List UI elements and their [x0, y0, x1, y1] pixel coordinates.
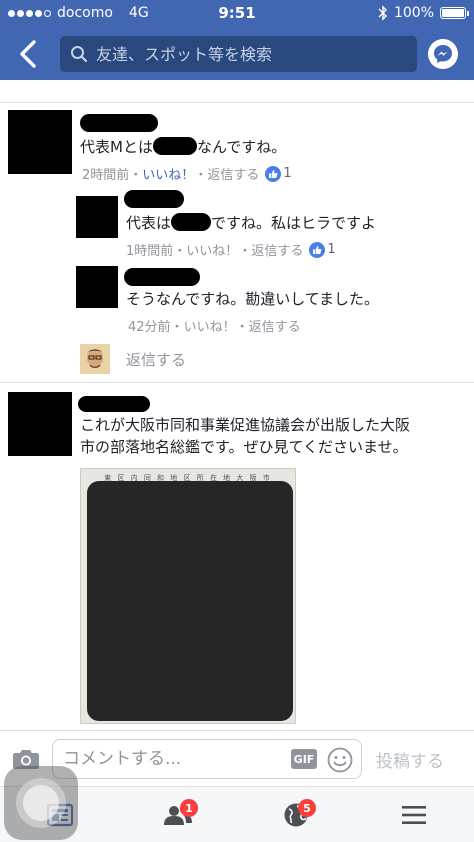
- comment-body-line: これが大阪市同和事業促進協議会が出版した大阪: [80, 416, 411, 434]
- nav-bar: [0, 28, 474, 80]
- comment-time: 2時間前: [82, 168, 130, 183]
- notifications-badge: 5: [298, 799, 316, 817]
- messenger-button[interactable]: [428, 39, 458, 69]
- comment-meta: 2時間前 ・ いいね！ ・ 返信する 1: [82, 164, 292, 183]
- assistive-touch-button[interactable]: [4, 766, 78, 840]
- gif-button[interactable]: GIF: [291, 749, 317, 769]
- commenter-avatar[interactable]: [8, 110, 72, 174]
- my-avatar: [80, 344, 110, 374]
- comment-thread[interactable]: 代表Mとは なんですね。 2時間前 ・ いいね！ ・ 返信する 1 代表は ですね。…: [0, 80, 474, 730]
- tab-notifications[interactable]: 5: [276, 795, 316, 835]
- reply-meta: 1時間前 ・ いいね！ ・ 返信する 1: [126, 240, 336, 259]
- like-count[interactable]: 1: [265, 165, 292, 182]
- write-reply-row[interactable]: 返信する: [80, 344, 186, 374]
- thumbs-up-icon: [265, 165, 282, 182]
- comment-body-line: 市の部落地名総鑑です。ぜひ見てくださいませ。: [80, 438, 408, 456]
- emoji-button[interactable]: [327, 747, 353, 773]
- comment-text-part: 代表Mとは: [80, 138, 153, 156]
- comment-time: 42分前: [128, 320, 171, 335]
- hamburger-menu-icon: [402, 806, 426, 824]
- reply-button[interactable]: 返信する: [251, 240, 303, 259]
- like-button[interactable]: いいね！: [184, 316, 236, 335]
- like-count-value: 1: [283, 166, 292, 181]
- chevron-left-icon: [20, 40, 36, 68]
- reply-author-name[interactable]: [124, 268, 200, 286]
- reply-body: 代表は ですね。私はヒラですよ: [126, 212, 376, 234]
- battery-percent: 100%: [393, 5, 434, 21]
- back-button[interactable]: [14, 38, 42, 70]
- battery-icon: [440, 7, 469, 19]
- tab-friend-requests[interactable]: 1: [158, 795, 198, 835]
- reply-body: そうなんですね。勘違いしてました。: [126, 290, 380, 308]
- divider: [0, 102, 474, 103]
- comment-text-part: ですね。私はヒラですよ: [211, 214, 377, 232]
- thumbs-up-icon: [309, 241, 326, 258]
- reply-meta: 42分前 ・ いいね！ ・ 返信する: [128, 316, 301, 335]
- comment-text-part: 代表は: [126, 214, 172, 232]
- comment-input-box[interactable]: GIF: [52, 739, 362, 779]
- divider: [0, 382, 474, 383]
- commenter-name[interactable]: [78, 396, 150, 412]
- like-button[interactable]: いいね！: [142, 164, 194, 183]
- reply-author-name[interactable]: [124, 190, 184, 208]
- comment-input[interactable]: [63, 749, 273, 769]
- commenter-avatar[interactable]: [8, 392, 72, 456]
- comment-text-part: なんですね。: [196, 138, 287, 156]
- comment-time: 1時間前: [126, 244, 174, 259]
- status-bar: docomo 4G 9:51 100%: [0, 0, 474, 28]
- commenter-name[interactable]: [80, 114, 158, 132]
- reply-avatar[interactable]: [76, 196, 118, 238]
- redaction-mark: [171, 213, 212, 231]
- reply-avatar[interactable]: [76, 266, 118, 308]
- redacted-book-cover: [87, 481, 293, 721]
- attached-photo[interactable]: 東 区 内 同 和 地 区 所 在 地 大 阪 市: [80, 468, 296, 724]
- like-button[interactable]: いいね！: [186, 240, 238, 259]
- bluetooth-icon: [378, 5, 387, 21]
- like-count-value: 1: [327, 242, 336, 257]
- search-icon: [71, 46, 88, 63]
- friend-requests-badge: 1: [180, 799, 198, 817]
- search-box[interactable]: [60, 36, 417, 72]
- reply-button[interactable]: 返信する: [249, 316, 301, 335]
- like-count[interactable]: 1: [309, 241, 336, 258]
- messenger-icon: [434, 45, 452, 63]
- search-input[interactable]: [96, 44, 396, 64]
- post-button[interactable]: 投稿する: [376, 747, 444, 772]
- tab-menu[interactable]: [394, 795, 434, 835]
- comment-body: 代表Mとは なんですね。: [80, 136, 286, 158]
- reply-button[interactable]: 返信する: [207, 164, 259, 183]
- redaction-mark: [152, 137, 197, 155]
- smiley-icon: [327, 747, 353, 773]
- write-reply-label[interactable]: 返信する: [126, 349, 186, 370]
